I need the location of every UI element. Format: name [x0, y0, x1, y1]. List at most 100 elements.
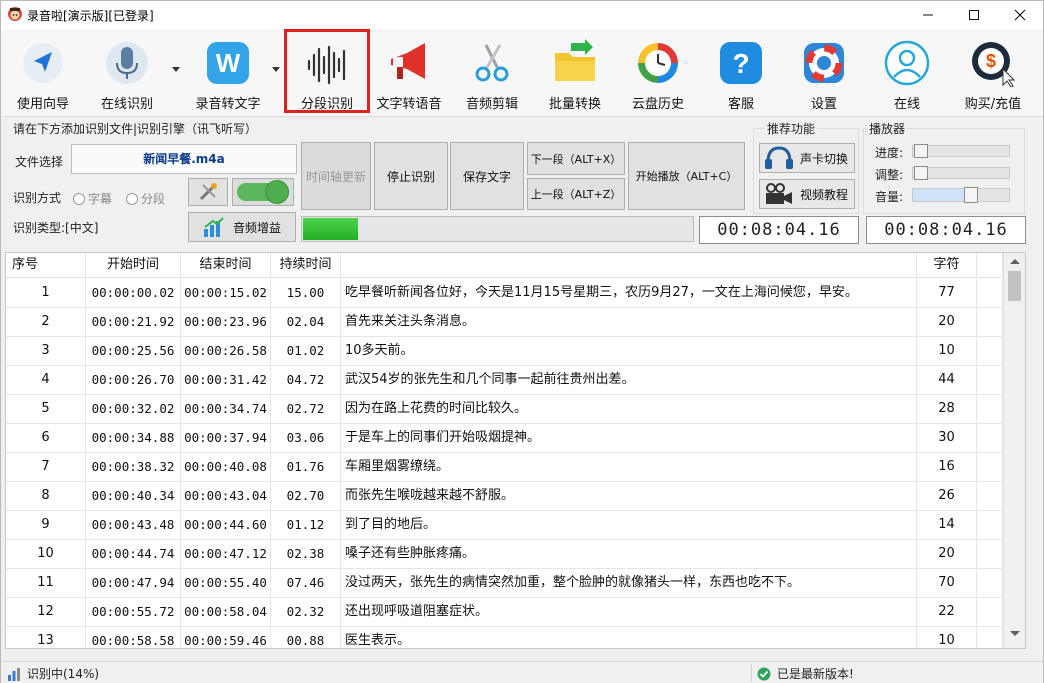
- header-text[interactable]: [341, 253, 917, 278]
- next-segment-button[interactable]: 下一段（ALT+X）: [527, 142, 625, 175]
- toolbar-purchase-button[interactable]: $ 购买/充值: [953, 35, 1033, 113]
- help-question-icon: ?: [720, 42, 762, 84]
- row-text: 嗓子还有些肿胀疼痛。: [341, 540, 917, 568]
- player-adjust-slider[interactable]: [912, 166, 1010, 180]
- mode-toggle-switch[interactable]: [232, 178, 294, 206]
- prev-segment-button[interactable]: 上一段（ALT+Z）: [527, 178, 625, 210]
- toolbar-audio-to-text-label: 录音转文字: [195, 97, 261, 112]
- mode-segment-radio[interactable]: 分段: [126, 190, 165, 207]
- maximize-button[interactable]: [951, 1, 997, 29]
- toolbar-guide-button[interactable]: 使用向导: [7, 35, 79, 113]
- table-row[interactable]: 9 00:00:43.48 00:00:44.60 01.12 到了目的地后。 14: [6, 511, 1003, 540]
- status-bar: 识别中(14%) 已是最新版本!: [1, 661, 1043, 683]
- player-progress-slider[interactable]: [912, 144, 1010, 158]
- row-end-time: 00:00:59.46: [181, 627, 271, 648]
- row-start-time: 00:00:34.88: [86, 424, 181, 452]
- scroll-down-icon[interactable]: [1010, 631, 1020, 636]
- toolbar-audio-to-text-button[interactable]: W 录音转文字: [187, 35, 269, 113]
- table-row[interactable]: 7 00:00:38.32 00:00:40.08 01.76 车厢里烟雾缭绕。 16: [6, 453, 1003, 482]
- header-duration[interactable]: 持续时间: [271, 253, 341, 278]
- toolbar-settings-button[interactable]: 设置: [788, 35, 860, 113]
- row-char-count: 20: [917, 540, 977, 568]
- table-row[interactable]: 1 00:00:00.02 00:00:15.02 15.00 吃早餐听新闻各位好，今天…: [6, 279, 1003, 308]
- start-playback-button[interactable]: 开始播放（ALT+C）: [628, 142, 745, 210]
- row-extra-cell: [977, 540, 1003, 568]
- audio-to-text-dropdown-icon[interactable]: [272, 67, 280, 72]
- row-extra-cell: [977, 453, 1003, 481]
- toolbar-online-recognition-button[interactable]: 在线识别: [89, 35, 165, 113]
- toolbar-settings-label: 设置: [810, 97, 837, 112]
- headphones-icon: [765, 146, 793, 169]
- row-number: 6: [6, 424, 86, 452]
- w-logo-icon: W: [207, 42, 249, 84]
- table-row[interactable]: 4 00:00:26.70 00:00:31.42 04.72 武汉54岁的张先生和几个…: [6, 366, 1003, 395]
- slider-thumb[interactable]: [914, 144, 928, 158]
- row-char-count: 14: [917, 511, 977, 539]
- table-row[interactable]: 2 00:00:21.92 00:00:23.96 02.04 首先来关注头条消息。 20: [6, 308, 1003, 337]
- video-tutorial-button[interactable]: 视频教程: [759, 179, 855, 209]
- toolbar-text-to-speech-label: 文字转语音: [376, 97, 442, 112]
- slider-thumb[interactable]: [963, 187, 978, 203]
- megaphone-icon: [391, 43, 425, 79]
- row-extra-cell: [977, 366, 1003, 394]
- vertical-scrollbar[interactable]: [1003, 253, 1025, 648]
- player-volume-slider[interactable]: [912, 187, 1010, 203]
- table-row[interactable]: 6 00:00:34.88 00:00:37.94 03.06 于是车上的同事们开始吸烟…: [6, 424, 1003, 453]
- radio-dot: [126, 192, 138, 205]
- toolbar-audio-edit-button[interactable]: 音频剪辑: [456, 35, 528, 113]
- file-select-button[interactable]: 新闻早餐.m4a: [71, 144, 297, 174]
- header-start-time[interactable]: 开始时间: [86, 253, 181, 278]
- table-row[interactable]: 12 00:00:55.72 00:00:58.04 02.32 还出现呼吸道阻塞症状。…: [6, 598, 1003, 627]
- history-clock-icon: [638, 43, 678, 83]
- table-row[interactable]: 3 00:00:25.56 00:00:26.58 01.02 10多天前。 10: [6, 337, 1003, 366]
- save-text-button[interactable]: 保存文字: [450, 142, 524, 210]
- minimize-button[interactable]: [905, 1, 951, 29]
- update-timeline-button[interactable]: 时间轴更新: [301, 142, 371, 210]
- row-duration: 02.32: [271, 598, 341, 626]
- online-recognition-dropdown-icon[interactable]: [172, 67, 180, 72]
- close-button[interactable]: [997, 1, 1043, 29]
- toolbar-segment-recognition-button[interactable]: 分段识别: [284, 29, 370, 113]
- row-duration: 01.12: [271, 511, 341, 539]
- row-char-count: 28: [917, 395, 977, 423]
- svg-text:W: W: [216, 48, 241, 78]
- status-left: 识别中(14%): [7, 665, 99, 682]
- slider-thumb[interactable]: [914, 166, 928, 180]
- minimize-icon: [923, 14, 933, 16]
- row-end-time: 00:00:31.42: [181, 366, 271, 394]
- mode-subtitle-label: 字幕: [88, 192, 113, 206]
- table-row[interactable]: 10 00:00:44.74 00:00:47.12 02.38 嗓子还有些肿胀疼痛。 2…: [6, 540, 1003, 569]
- table-row[interactable]: 11 00:00:47.94 00:00:55.40 07.46 没过两天，张先生的病情…: [6, 569, 1003, 598]
- table-header: 序号 开始时间 结束时间 持续时间 字符: [6, 253, 1003, 278]
- stop-recognition-button[interactable]: 停止识别: [374, 142, 448, 210]
- table-row[interactable]: 8 00:00:40.34 00:00:43.04 02.70 而张先生喉咙越来越不舒服…: [6, 482, 1003, 511]
- row-duration: 02.72: [271, 395, 341, 423]
- toolbar-audio-edit-label: 音频剪辑: [465, 97, 518, 112]
- row-text: 于是车上的同事们开始吸烟提神。: [341, 424, 917, 452]
- scrollbar-thumb[interactable]: [1008, 271, 1021, 301]
- scroll-up-icon[interactable]: [1010, 259, 1020, 264]
- row-duration: 01.76: [271, 453, 341, 481]
- mode-subtitle-radio[interactable]: 字幕: [73, 190, 112, 207]
- toolbar-online-button[interactable]: 在线: [871, 35, 943, 113]
- table-row[interactable]: 13 00:00:58.58 00:00:59.46 00.88 医生表示。 10: [6, 627, 1003, 648]
- lifebuoy-icon: [804, 43, 844, 83]
- header-no[interactable]: 序号: [6, 253, 86, 278]
- toolbar-support-button[interactable]: ? 客服: [705, 35, 777, 113]
- sound-card-switch-button[interactable]: 声卡切换: [759, 143, 855, 173]
- status-text: 识别中(14%): [27, 667, 100, 681]
- header-chars[interactable]: 字符: [917, 253, 977, 278]
- toolbar-batch-convert-button[interactable]: 批量转换: [539, 35, 611, 113]
- row-extra-cell: [977, 424, 1003, 452]
- audio-gain-label: 音频增益: [233, 220, 282, 235]
- row-extra-cell: [977, 482, 1003, 510]
- toolbar-cloud-history-button[interactable]: 云盘历史: [621, 35, 695, 113]
- row-number: 12: [6, 598, 86, 626]
- audio-gain-button[interactable]: 音频增益: [188, 212, 296, 242]
- row-char-count: 16: [917, 453, 977, 481]
- toolbar-text-to-speech-button[interactable]: 文字转语音: [373, 35, 445, 113]
- header-end-time[interactable]: 结束时间: [181, 253, 271, 278]
- tools-button[interactable]: [188, 178, 228, 206]
- table-row[interactable]: 5 00:00:32.02 00:00:34.74 02.72 因为在路上花费的时间比较…: [6, 395, 1003, 424]
- row-extra-cell: [977, 511, 1003, 539]
